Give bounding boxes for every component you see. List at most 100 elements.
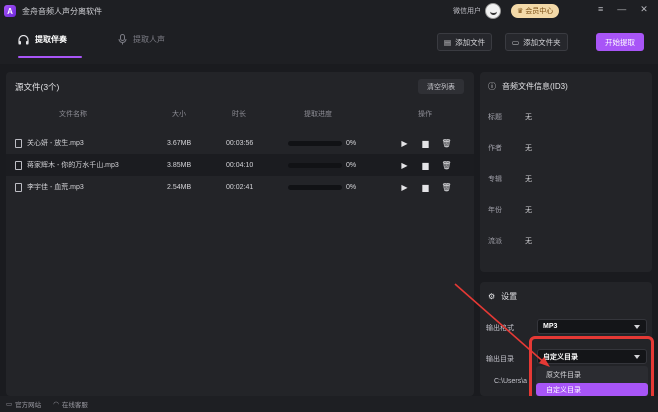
audio-file-icon (15, 160, 22, 170)
microphone-icon (118, 34, 127, 45)
info-label-album: 专辑 (488, 176, 502, 183)
add-file-button[interactable]: ▤ 添加文件 (437, 33, 493, 51)
info-icon: ⓘ (488, 82, 496, 91)
active-tab-indicator (18, 56, 82, 58)
chevron-down-icon (634, 355, 640, 359)
file-duration: 00:03:56 (226, 139, 254, 147)
folder-icon: ▭ (512, 37, 520, 47)
table-row[interactable]: 关心妍 - 放生.mp3 3.67MB 00:03:56 0% ▶ ▆ 🗑 (6, 132, 474, 154)
column-header-name: 文件名称 (59, 111, 87, 118)
window-controls: ≡ — ✕ (598, 4, 648, 15)
column-header-progress: 提取进度 (304, 111, 332, 118)
progress-percent: 0% (346, 139, 357, 147)
table-row[interactable]: 李宇佳 - 血荒.mp3 2.54MB 00:02:41 0% ▶ ▆ 🗑 (6, 176, 474, 198)
id3-info-panel: ⓘ 音频文件信息(ID3) 标题 无 作者 无 专辑 无 年份 无 流派 无 (480, 72, 652, 272)
info-label-year: 年份 (488, 207, 502, 214)
info-label-title: 标题 (488, 114, 502, 121)
progress-bar (288, 184, 342, 190)
table-row[interactable]: 蒋家辉木 - 你的万水千山.mp3 3.85MB 00:04:10 0% ▶ ▆… (6, 154, 474, 176)
output-dir-value: 自定义目录 (543, 353, 578, 361)
menu-icon[interactable]: ≡ (598, 4, 603, 15)
output-dir-select[interactable]: 自定义目录 (537, 349, 647, 364)
output-path-text: C:\Users\a (494, 378, 528, 385)
file-size: 3.67MB (167, 139, 192, 147)
file-size: 3.85MB (167, 161, 192, 169)
trash-icon[interactable]: 🗑 (441, 161, 451, 170)
info-value-album[interactable]: 无 (525, 174, 532, 184)
info-label-author: 作者 (488, 145, 502, 152)
info-value-year[interactable]: 无 (525, 205, 532, 215)
folder-icon[interactable]: ▆ (421, 183, 430, 192)
crown-icon: ♛ (517, 8, 524, 15)
column-header-size: 大小 (172, 111, 186, 118)
tab-label: 提取伴奏 (35, 35, 67, 44)
info-value-genre[interactable]: 无 (525, 236, 532, 246)
title-bar: A 金舟音频人声分离软件 微信用户 ♛ 会员中心 ≡ — ✕ (0, 0, 658, 22)
toolbar: 提取伴奏 提取人声 ▤ 添加文件 ▭ 添加文件夹 开始提取 (0, 22, 658, 64)
play-icon[interactable]: ▶ (400, 139, 409, 148)
settings-header: ⚙ 设置 (488, 291, 517, 302)
output-format-select[interactable]: MP3 (537, 319, 647, 334)
online-service-link[interactable]: ◠ 在线客服 (53, 399, 88, 409)
add-file-label: 添加文件 (455, 37, 486, 47)
footer: ▭ 官方网站 ◠ 在线客服 (0, 396, 658, 412)
file-duration: 00:04:10 (226, 161, 254, 169)
column-header-duration: 时长 (232, 111, 246, 118)
user-area: 微信用户 ♛ 会员中心 (453, 3, 560, 19)
file-list-panel: 源文件(3个) 清空列表 文件名称 大小 时长 提取进度 操作 关心妍 - 放生… (6, 72, 474, 396)
folder-icon[interactable]: ▆ (421, 139, 430, 148)
row-actions: ▶ ▆ 🗑 (400, 183, 451, 192)
headset-icon: ◠ (53, 401, 59, 408)
user-name[interactable]: 微信用户 (453, 6, 481, 16)
output-format-value: MP3 (543, 323, 558, 330)
chevron-down-icon (634, 325, 640, 329)
file-name: 李宇佳 - 血荒.mp3 (27, 184, 84, 191)
file-list-title: 源文件(3个) (15, 82, 60, 92)
dropdown-option-source-dir[interactable]: 原文件目录 (536, 368, 648, 381)
play-icon[interactable]: ▶ (400, 161, 409, 170)
row-actions: ▶ ▆ 🗑 (400, 161, 451, 170)
add-folder-label: 添加文件夹 (523, 37, 561, 47)
monitor-icon: ▭ (6, 401, 13, 408)
folder-icon[interactable]: ▆ (421, 161, 430, 170)
id3-info-title: 音频文件信息(ID3) (502, 82, 568, 91)
official-site-label: 官方网站 (15, 402, 42, 409)
info-value-author[interactable]: 无 (525, 143, 532, 153)
file-size: 2.54MB (167, 183, 192, 191)
tab-extract-accompaniment[interactable]: 提取伴奏 (18, 34, 82, 58)
progress-percent: 0% (346, 161, 357, 169)
vip-center-button[interactable]: ♛ 会员中心 (511, 4, 560, 18)
info-label-genre: 流派 (488, 238, 502, 245)
progress-bar (288, 140, 342, 146)
trash-icon[interactable]: 🗑 (441, 139, 451, 148)
app-logo-icon: A (4, 5, 16, 17)
dropdown-option-custom-dir[interactable]: 自定义目录 (536, 383, 648, 396)
trash-icon[interactable]: 🗑 (441, 183, 451, 192)
file-name: 蒋家辉木 - 你的万水千山.mp3 (27, 162, 119, 169)
clear-list-button[interactable]: 清空列表 (418, 79, 464, 94)
progress-bar (288, 162, 342, 168)
online-service-label: 在线客服 (61, 402, 88, 409)
progress-percent: 0% (346, 183, 357, 191)
tab-extract-vocals[interactable]: 提取人声 (118, 34, 165, 45)
output-dir-dropdown: 原文件目录 自定义目录 (536, 366, 648, 398)
vip-center-label: 会员中心 (525, 8, 554, 15)
avatar[interactable] (485, 3, 501, 19)
settings-title: 设置 (501, 292, 518, 301)
output-format-label: 输出格式 (486, 325, 514, 332)
file-duration: 00:02:41 (226, 183, 254, 191)
official-site-link[interactable]: ▭ 官方网站 (6, 399, 41, 409)
add-folder-button[interactable]: ▭ 添加文件夹 (505, 33, 568, 51)
audio-file-icon (15, 182, 22, 192)
audio-file-icon (15, 138, 22, 148)
close-icon[interactable]: ✕ (640, 4, 648, 15)
row-actions: ▶ ▆ 🗑 (400, 139, 451, 148)
file-name: 关心妍 - 放生.mp3 (27, 140, 84, 147)
minimize-icon[interactable]: — (617, 4, 626, 15)
info-value-title[interactable]: 无 (525, 112, 532, 122)
app-title: 金舟音频人声分离软件 (22, 6, 102, 16)
gear-icon: ⚙ (488, 292, 496, 301)
play-icon[interactable]: ▶ (400, 183, 409, 192)
start-extract-button[interactable]: 开始提取 (596, 33, 644, 51)
add-file-icon: ▤ (444, 37, 452, 47)
